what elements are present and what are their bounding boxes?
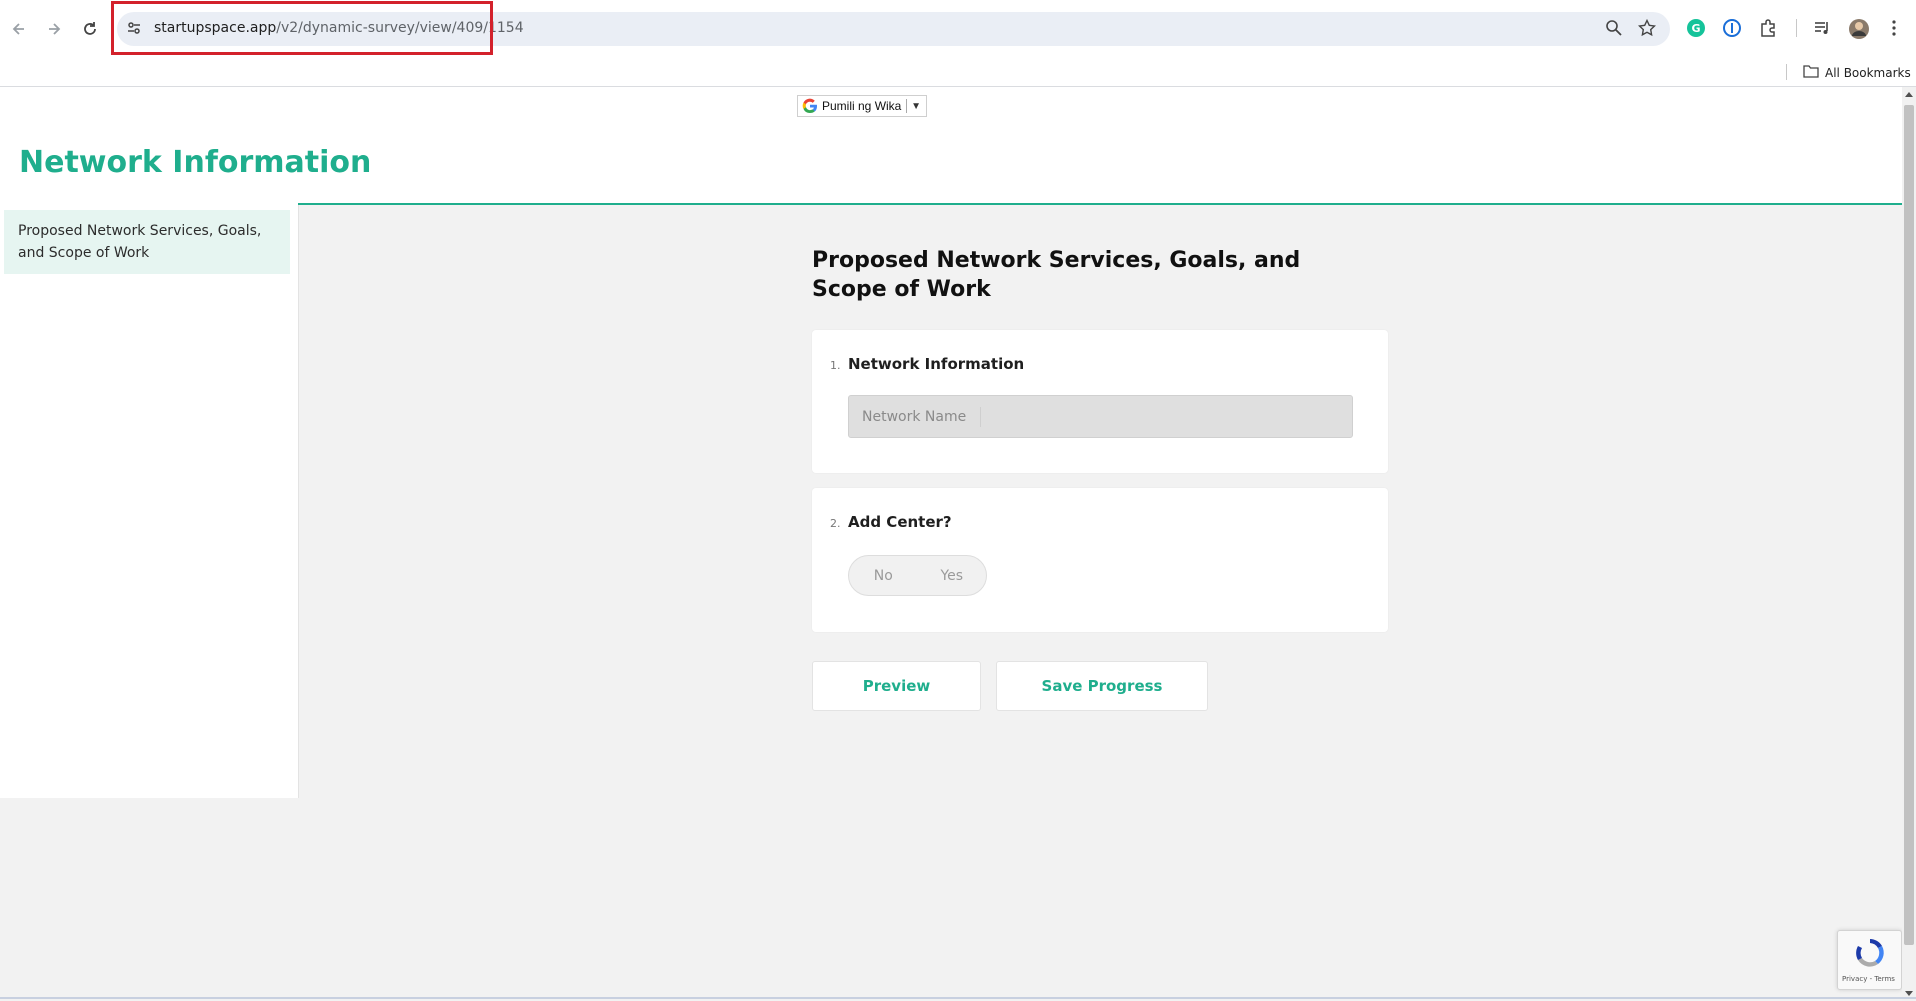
grammarly-icon[interactable]: G bbox=[1686, 18, 1708, 40]
sidebar bbox=[0, 204, 299, 798]
google-icon bbox=[802, 98, 817, 114]
extensions-icon[interactable] bbox=[1758, 18, 1780, 40]
reload-icon[interactable] bbox=[76, 15, 104, 43]
zoom-icon[interactable] bbox=[1605, 19, 1625, 39]
sidebar-item-proposed-network-services[interactable]: Proposed Network Services, Goals, and Sc… bbox=[4, 210, 290, 274]
recaptcha-terms[interactable]: Privacy - Terms bbox=[1842, 975, 1895, 983]
dropdown-caret-icon: ▼ bbox=[911, 100, 921, 112]
scroll-up-icon[interactable] bbox=[1905, 92, 1913, 97]
back-icon[interactable] bbox=[5, 15, 33, 43]
title-underline bbox=[298, 203, 1902, 205]
language-selector[interactable]: Pumili ng Wika ▼ bbox=[797, 95, 927, 117]
toggle-option-yes[interactable]: Yes bbox=[918, 568, 987, 584]
network-name-input[interactable]: Network Name bbox=[848, 395, 1353, 438]
scroll-down-icon[interactable] bbox=[1905, 991, 1913, 996]
forward-icon[interactable] bbox=[40, 15, 68, 43]
question-card-add-center: 2. Add Center? No Yes bbox=[812, 488, 1388, 632]
preview-button[interactable]: Preview bbox=[812, 661, 981, 711]
save-progress-button[interactable]: Save Progress bbox=[996, 661, 1208, 711]
all-bookmarks-label: All Bookmarks bbox=[1825, 65, 1911, 80]
bookmarks-bar: All Bookmarks bbox=[0, 58, 1916, 87]
language-selector-label: Pumili ng Wika bbox=[822, 99, 902, 113]
network-name-placeholder: Network Name bbox=[862, 408, 967, 425]
password-manager-icon[interactable] bbox=[1722, 18, 1744, 40]
question-number: 1. bbox=[830, 359, 841, 372]
all-bookmarks-button[interactable]: All Bookmarks bbox=[1803, 64, 1911, 81]
browser-toolbar: startupspace.app/v2/dynamic-survey/view/… bbox=[0, 0, 1916, 58]
section-heading: Proposed Network Services, Goals, and Sc… bbox=[812, 248, 1301, 302]
recaptcha-badge[interactable]: Privacy - Terms bbox=[1837, 930, 1902, 990]
input-cursor bbox=[980, 406, 982, 427]
question-label: Network Information bbox=[848, 355, 1025, 373]
recaptcha-icon bbox=[1856, 939, 1884, 967]
language-selector-divider bbox=[906, 99, 908, 113]
more-menu-icon[interactable] bbox=[1884, 18, 1906, 40]
question-card-network-information: 1. Network Information Network Name bbox=[812, 330, 1388, 473]
profile-avatar[interactable] bbox=[1848, 18, 1870, 40]
toggle-option-no[interactable]: No bbox=[849, 568, 918, 584]
folder-icon bbox=[1803, 64, 1819, 81]
scroll-thumb[interactable] bbox=[1904, 105, 1914, 945]
media-control-icon[interactable] bbox=[1812, 18, 1834, 40]
url-highlight-box bbox=[111, 1, 493, 55]
question-number: 2. bbox=[830, 517, 841, 530]
window-bottom-edge bbox=[0, 997, 1916, 999]
page-scrollbar[interactable] bbox=[1902, 87, 1916, 1001]
bookmark-star-icon[interactable] bbox=[1637, 18, 1658, 39]
add-center-toggle[interactable]: No Yes bbox=[848, 555, 987, 596]
question-label: Add Center? bbox=[848, 513, 952, 531]
page-title: Network Information bbox=[19, 145, 372, 180]
svg-text:G: G bbox=[1691, 22, 1700, 35]
bookmarks-divider bbox=[1786, 64, 1787, 80]
page-content: Pumili ng Wika ▼ Network Information Pro… bbox=[0, 87, 1902, 1001]
toolbar-divider bbox=[1796, 19, 1797, 37]
